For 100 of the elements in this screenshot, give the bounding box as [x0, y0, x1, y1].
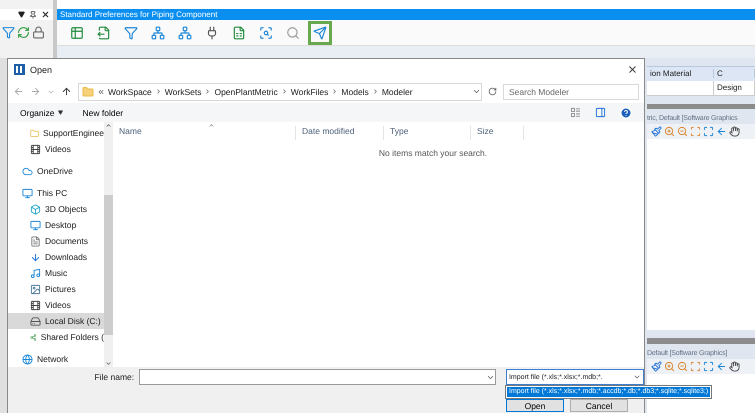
- nav-item[interactable]: Local Disk (C:): [8, 313, 104, 330]
- close-icon[interactable]: [627, 64, 638, 76]
- folder-icon: [30, 128, 40, 139]
- dropdown-icon[interactable]: [18, 11, 25, 18]
- download-icon: [30, 252, 41, 263]
- chevron-icon[interactable]: [372, 88, 379, 96]
- send-icon[interactable]: [313, 26, 327, 40]
- forward-icon[interactable]: [30, 86, 41, 98]
- brush-icon[interactable]: [651, 361, 662, 372]
- refresh-icon[interactable]: [488, 87, 497, 96]
- scan-icon[interactable]: [259, 26, 273, 40]
- cloud-icon: [22, 166, 33, 177]
- table-cell: Design: [714, 80, 755, 95]
- open-button[interactable]: Open: [506, 399, 564, 412]
- chevron-icon[interactable]: [331, 88, 338, 96]
- share-icon: [30, 332, 37, 343]
- command-button[interactable]: Organize: [20, 108, 62, 118]
- nav-item[interactable]: 3D Objects: [8, 201, 104, 218]
- plug-icon[interactable]: [205, 26, 219, 40]
- brush-icon[interactable]: [651, 126, 662, 138]
- fit-view-icon[interactable]: [703, 361, 714, 372]
- up-icon[interactable]: [61, 86, 72, 98]
- overflow-icon[interactable]: [97, 88, 105, 96]
- column-header[interactable]: Type: [384, 126, 471, 140]
- column-header[interactable]: Size: [471, 126, 524, 140]
- hand-icon[interactable]: [729, 126, 740, 138]
- breadcrumb-item[interactable]: Models: [341, 86, 369, 97]
- table-icon[interactable]: [70, 26, 84, 40]
- breadcrumb-item[interactable]: OpenPlantMetric: [214, 86, 278, 97]
- preview-pane-icon[interactable]: [595, 107, 606, 118]
- address-bar[interactable]: WorkSpace WorkSets OpenPlantMetric WorkFiles Models Modeler: [78, 82, 482, 101]
- column-header: C: [714, 69, 755, 78]
- file-name-field[interactable]: [139, 369, 496, 386]
- close-icon[interactable]: [41, 10, 50, 19]
- nav-item[interactable]: Videos: [8, 141, 104, 158]
- cube-icon: [30, 204, 41, 215]
- sort-icon: [208, 122, 215, 130]
- cancel-button[interactable]: Cancel: [570, 399, 628, 412]
- column-header[interactable]: Name: [113, 126, 296, 140]
- nav-item[interactable]: Videos: [8, 297, 104, 314]
- document-icon: [30, 236, 41, 247]
- network-icon[interactable]: [151, 26, 165, 40]
- filter-icon: [2, 26, 15, 39]
- caret-icon: [58, 110, 62, 115]
- hand-icon[interactable]: [729, 361, 740, 372]
- back-icon[interactable]: [13, 86, 24, 98]
- nav-item[interactable]: Documents: [8, 233, 104, 250]
- nav-item[interactable]: This PC: [8, 185, 104, 202]
- zoom-in-icon[interactable]: [664, 361, 675, 372]
- command-button[interactable]: New folder: [82, 108, 124, 118]
- chevron-icon[interactable]: [154, 88, 162, 96]
- breadcrumb-item[interactable]: WorkSpace: [108, 86, 152, 97]
- help-icon[interactable]: [620, 106, 632, 118]
- nav-item[interactable]: SupportEnginee: [8, 125, 104, 142]
- scroll-down-icon[interactable]: [105, 360, 112, 368]
- view-icon[interactable]: [570, 107, 581, 118]
- panel-title: Standard Preferences for Piping Component: [57, 9, 755, 20]
- nav-item[interactable]: Network: [8, 351, 104, 368]
- fit-view-icon[interactable]: [703, 126, 714, 138]
- nav-item[interactable]: Downloads: [8, 249, 104, 266]
- film-icon: [30, 300, 41, 311]
- nav-item[interactable]: Shared Folders (: [8, 329, 104, 346]
- film-icon: [30, 144, 41, 155]
- breadcrumb-item[interactable]: WorkFiles: [290, 86, 328, 97]
- empty-message: No items match your search.: [378, 147, 488, 158]
- music-icon: [30, 268, 41, 279]
- zoom-in-icon[interactable]: [664, 126, 675, 138]
- export-icon[interactable]: [97, 26, 111, 40]
- nav-item[interactable]: Pictures: [8, 281, 104, 298]
- nav-item[interactable]: Music: [8, 265, 104, 282]
- lock-icon: [32, 26, 45, 39]
- column-header[interactable]: Date modified: [296, 126, 384, 140]
- pin-icon[interactable]: [29, 10, 37, 18]
- field-label: File name:: [93, 372, 134, 382]
- filter-icon[interactable]: [124, 26, 138, 40]
- app-icon: [14, 64, 25, 76]
- breadcrumb-item[interactable]: WorkSets: [164, 86, 202, 97]
- zoom-window-icon[interactable]: [690, 361, 701, 372]
- zoom-out-icon[interactable]: [677, 126, 688, 138]
- search-field[interactable]: Search Modeler: [503, 84, 639, 100]
- column-header: ion Material: [647, 69, 714, 78]
- refresh-icon: [17, 26, 30, 39]
- breadcrumb-item[interactable]: Modeler: [382, 86, 413, 97]
- network-icon[interactable]: [178, 26, 192, 40]
- folder-icon: [82, 86, 94, 98]
- spreadsheet-icon[interactable]: [232, 26, 246, 40]
- monitor-icon: [22, 188, 33, 199]
- zoom-window-icon[interactable]: [690, 126, 701, 138]
- desktop-icon: [30, 220, 41, 231]
- network-icon: [22, 354, 33, 365]
- search-icon[interactable]: [286, 26, 300, 40]
- chevron-icon[interactable]: [280, 88, 288, 96]
- scrollbar[interactable]: [104, 122, 113, 368]
- nav-item[interactable]: OneDrive: [8, 163, 104, 180]
- picture-icon: [30, 284, 41, 295]
- nav-item[interactable]: Desktop: [8, 217, 104, 234]
- scroll-up-icon[interactable]: [105, 122, 112, 130]
- dialog-title: Open: [30, 64, 54, 75]
- chevron-icon[interactable]: [204, 88, 212, 96]
- zoom-out-icon[interactable]: [677, 361, 688, 372]
